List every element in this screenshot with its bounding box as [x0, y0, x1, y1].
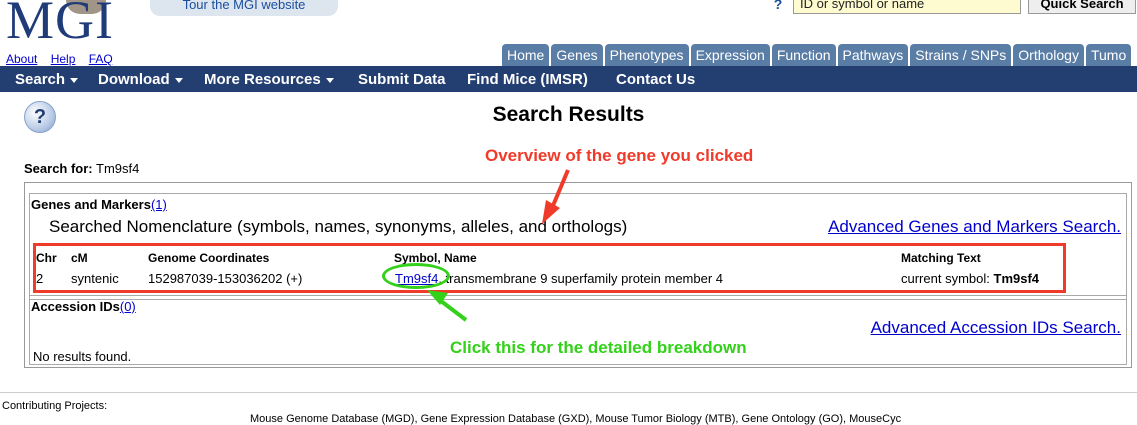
highlight-ellipse	[382, 263, 450, 289]
nav-more-resources[interactable]: More Resources	[204, 66, 334, 93]
nav-more-resources-label: More Resources	[204, 71, 321, 88]
tour-link-label: Tour the MGI website	[182, 0, 306, 12]
nomenclature-subheading: Searched Nomenclature (symbols, names, s…	[49, 217, 628, 236]
tab-expression[interactable]: Expression	[690, 44, 770, 66]
nav-search[interactable]: Search	[15, 66, 79, 93]
search-term: Tm9sf4	[96, 161, 140, 176]
contributing-projects-label: Contributing Projects:	[2, 400, 108, 412]
advanced-accession-search-link[interactable]: Advanced Accession IDs Search.	[871, 318, 1121, 338]
tab-strains-snps[interactable]: Strains / SNPs	[910, 44, 1012, 66]
nav-download-label: Download	[98, 71, 170, 88]
header-links: About Help FAQ	[6, 52, 123, 66]
annotation-overview: Overview of the gene you clicked	[485, 146, 754, 165]
nav-contact-us[interactable]: Contact Us	[616, 66, 695, 93]
chevron-down-icon	[174, 77, 183, 83]
genes-count-link[interactable]: (1)	[151, 197, 167, 212]
page-title: Search Results	[492, 103, 645, 126]
tour-link[interactable]: Tour the MGI website	[150, 0, 338, 16]
tab-bar: Home Genes Phenotypes Expression Functio…	[502, 44, 1133, 66]
tab-orthology[interactable]: Orthology	[1013, 44, 1084, 66]
tab-tumor[interactable]: Tumo	[1085, 44, 1132, 66]
main-nav: Search Download More Resources Submit Da…	[0, 66, 1137, 92]
tab-function[interactable]: Function	[771, 44, 836, 66]
quick-search-button[interactable]: Quick Search	[1028, 0, 1136, 14]
chevron-down-icon	[70, 77, 79, 83]
advanced-genes-search-link[interactable]: Advanced Genes and Markers Search.	[828, 217, 1121, 237]
nav-find-mice[interactable]: Find Mice (IMSR)	[467, 66, 588, 93]
no-results-message: No results found.	[33, 349, 132, 364]
chevron-down-icon	[325, 77, 334, 83]
accession-count-link[interactable]: (0)	[120, 299, 136, 314]
tab-genes[interactable]: Genes	[551, 44, 603, 66]
genes-heading-label: Genes and Markers	[31, 197, 151, 212]
about-link[interactable]: About	[6, 52, 37, 66]
footer-divider	[0, 392, 1137, 393]
nav-download[interactable]: Download	[98, 66, 183, 93]
search-for-label: Search for:	[24, 161, 93, 176]
tab-phenotypes[interactable]: Phenotypes	[604, 44, 689, 66]
highlight-rectangle	[33, 243, 1066, 293]
tab-pathways[interactable]: Pathways	[837, 44, 909, 66]
quick-search-input[interactable]: ID or symbol or name	[793, 0, 1021, 14]
accession-heading: Accession IDs(0)	[31, 299, 136, 314]
mgi-logo[interactable]: MGI	[4, 0, 113, 50]
help-link[interactable]: Help	[51, 52, 76, 66]
genes-heading: Genes and Markers(1)	[31, 197, 167, 212]
faq-link[interactable]: FAQ	[89, 52, 113, 66]
search-for: Search for: Tm9sf4	[24, 161, 139, 176]
nav-submit-data[interactable]: Submit Data	[358, 66, 446, 93]
contributing-projects-list: Mouse Genome Database (MGD), Gene Expres…	[250, 413, 902, 425]
accession-heading-label: Accession IDs	[31, 299, 120, 314]
tab-home[interactable]: Home	[502, 44, 550, 66]
quick-search-help-icon[interactable]: ?	[768, 0, 788, 11]
logo-text: MGI	[6, 0, 114, 50]
nav-search-label: Search	[15, 71, 66, 88]
annotation-click-this: Click this for the detailed breakdown	[450, 338, 747, 357]
